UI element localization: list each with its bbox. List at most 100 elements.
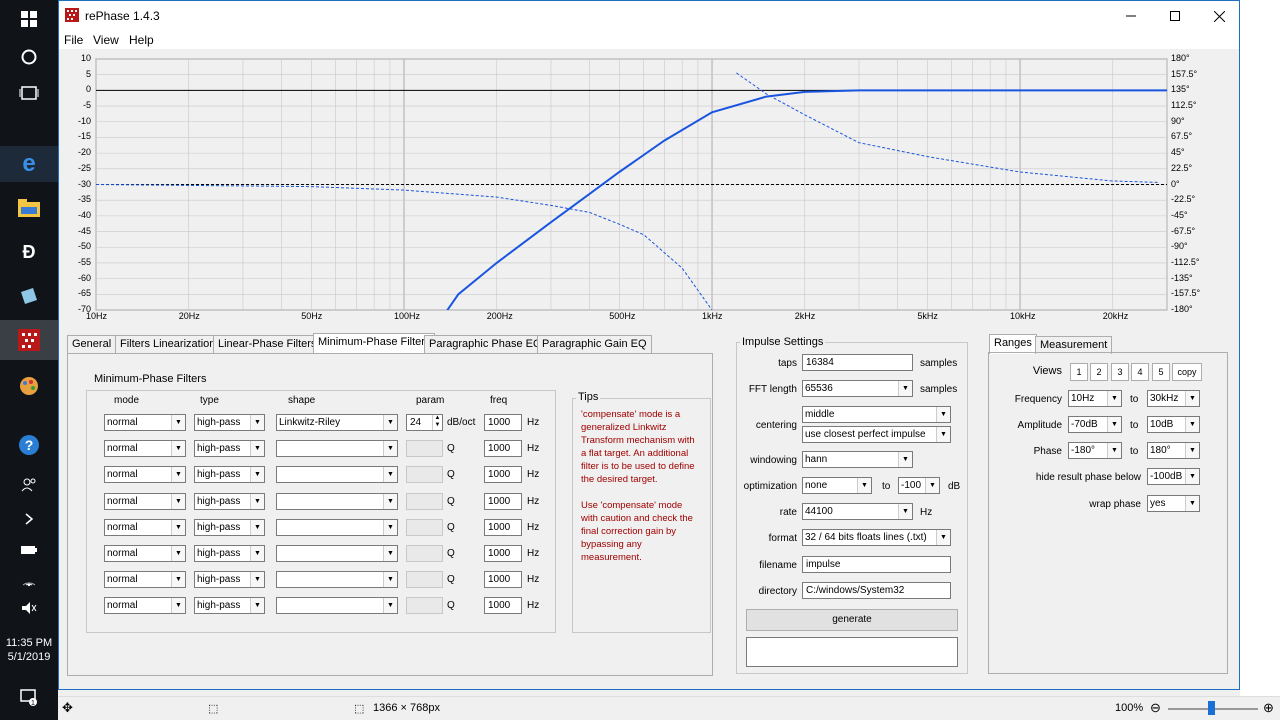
mode-select[interactable]: normal ▼: [104, 492, 186, 510]
directory-input[interactable]: C:/windows/System32: [802, 582, 951, 599]
zoom-in-icon[interactable]: ⊕: [1263, 700, 1274, 716]
format-select[interactable]: 32 / 64 bits floats lines (.txt) ▼: [802, 529, 951, 546]
type-select[interactable]: high-pass ▼: [194, 518, 265, 536]
app-d-icon[interactable]: Ð: [0, 234, 58, 270]
shape-select[interactable]: ▼: [276, 571, 398, 589]
mode-select[interactable]: normal ▼: [104, 466, 186, 484]
chevron-right-icon[interactable]: [0, 508, 58, 530]
rephase-taskbar-icon[interactable]: [0, 320, 58, 360]
response-plot[interactable]: 10 5 0 -5 -10 -15 -20 -25 -30 -35 -40 -45 -50 -55 -60 -…: [67, 51, 1237, 329]
tab-paragraphic-phase-eq[interactable]: Paragraphic Phase EQ: [424, 335, 547, 353]
taps-input[interactable]: 16384: [802, 354, 913, 371]
freq-input[interactable]: 1000: [484, 492, 522, 510]
freq-input[interactable]: 1000: [484, 545, 522, 562]
chevron-down-icon: ▼: [250, 493, 264, 509]
move-icon[interactable]: ✥: [62, 700, 73, 716]
optimization-db-select[interactable]: -100 ▼: [898, 477, 940, 494]
type-select[interactable]: high-pass ▼: [194, 571, 265, 589]
maximize-button[interactable]: [1153, 1, 1197, 31]
mode-select[interactable]: normal ▼: [104, 440, 186, 458]
menu-help[interactable]: Help: [129, 33, 154, 47]
centering-mode-select[interactable]: use closest perfect impulse ▼: [802, 426, 951, 443]
chevron-down-icon: ▼: [1185, 496, 1199, 511]
freq-input[interactable]: 1000: [484, 597, 522, 615]
amplitude-from-select[interactable]: -70dB ▼: [1068, 416, 1122, 433]
start-icon[interactable]: [0, 8, 58, 30]
view-1-button[interactable]: 1: [1070, 363, 1088, 381]
task-view-icon[interactable]: [0, 82, 58, 104]
view-2-button[interactable]: 2: [1090, 363, 1108, 381]
tab-minimum-phase-filters[interactable]: Minimum-Phase Filters: [313, 333, 436, 353]
x-tick-label: 2kHz: [794, 311, 816, 321]
windowing-select[interactable]: hann ▼: [802, 451, 913, 468]
file-explorer-icon[interactable]: [0, 190, 58, 226]
mode-select[interactable]: normal ▼: [104, 518, 186, 536]
type-select[interactable]: high-pass ▼: [194, 597, 265, 615]
shape-select[interactable]: ▼: [276, 597, 398, 615]
fft-length-select[interactable]: 65536 ▼: [802, 380, 913, 397]
cortana-icon[interactable]: [0, 46, 58, 68]
hide-phase-select[interactable]: -100dB ▼: [1147, 468, 1200, 485]
view-3-button[interactable]: 3: [1111, 363, 1129, 381]
title-bar[interactable]: rePhase 1.4.3: [59, 1, 1239, 31]
edge-icon[interactable]: e: [0, 146, 58, 182]
rate-select[interactable]: 44100 ▼: [802, 503, 913, 520]
amplitude-to-select[interactable]: 10dB ▼: [1147, 416, 1200, 433]
shape-select[interactable]: ▼: [276, 518, 398, 536]
shape-select[interactable]: ▼: [276, 466, 398, 484]
copy-button[interactable]: copy: [1172, 363, 1202, 381]
freq-input[interactable]: 1000: [484, 466, 522, 484]
freq-input[interactable]: 1000: [484, 440, 522, 458]
people-icon[interactable]: [0, 474, 58, 496]
menu-view[interactable]: View: [93, 33, 119, 47]
tab-linear-phase-filters[interactable]: Linear-Phase Filters: [213, 335, 322, 353]
view-5-button[interactable]: 5: [1152, 363, 1170, 381]
phase-to-select[interactable]: 180° ▼: [1147, 442, 1200, 459]
optimization-select[interactable]: none ▼: [802, 477, 872, 494]
freq-input[interactable]: 1000: [484, 571, 522, 589]
type-select[interactable]: high-pass ▼: [194, 545, 265, 562]
tab-ranges[interactable]: Ranges: [989, 334, 1037, 354]
paint-icon[interactable]: [0, 366, 58, 406]
freq-input[interactable]: 1000: [484, 518, 522, 536]
notifications-icon[interactable]: 1: [0, 684, 58, 710]
phase-from-select[interactable]: -180° ▼: [1068, 442, 1122, 459]
freq-input[interactable]: 1000: [484, 414, 522, 431]
taskbar-clock[interactable]: 11:35 PM 5/1/2019: [0, 636, 58, 664]
wrap-phase-select[interactable]: yes ▼: [1147, 495, 1200, 512]
app-notes-icon[interactable]: [0, 278, 58, 314]
help-icon[interactable]: ?: [0, 432, 58, 458]
minimize-button[interactable]: [1109, 1, 1153, 31]
close-button[interactable]: [1197, 1, 1241, 31]
type-select[interactable]: high-pass ▼: [194, 466, 265, 484]
frequency-from-select[interactable]: 10Hz ▼: [1068, 390, 1122, 407]
mode-select[interactable]: normal ▼: [104, 414, 186, 431]
centering-select[interactable]: middle ▼: [802, 406, 951, 423]
menu-file[interactable]: File: [64, 33, 83, 47]
tab-general[interactable]: General: [67, 335, 117, 353]
zoom-slider-thumb[interactable]: [1208, 701, 1215, 715]
generate-button[interactable]: generate: [746, 609, 958, 631]
type-select[interactable]: high-pass ▼: [194, 492, 265, 510]
frequency-to-select[interactable]: 30kHz ▼: [1147, 390, 1200, 407]
shape-select[interactable]: ▼: [276, 545, 398, 562]
mode-select[interactable]: normal ▼: [104, 597, 186, 615]
mode-select[interactable]: normal ▼: [104, 545, 186, 562]
wifi-icon[interactable]: [0, 570, 58, 590]
spinner-arrows-icon[interactable]: ▲ ▼: [432, 415, 442, 430]
view-4-button[interactable]: 4: [1131, 363, 1149, 381]
tab-paragraphic-gain-eq[interactable]: Paragraphic Gain EQ: [537, 335, 652, 353]
zoom-out-icon[interactable]: ⊖: [1150, 700, 1161, 716]
param-spinner[interactable]: 24 ▲ ▼: [406, 414, 443, 431]
battery-icon[interactable]: [0, 540, 58, 560]
filename-input[interactable]: impulse: [802, 556, 951, 573]
shape-select[interactable]: ▼: [276, 492, 398, 510]
tab-filters-linearization[interactable]: Filters Linearization: [115, 335, 221, 353]
type-select[interactable]: high-pass ▼: [194, 440, 265, 458]
shape-select[interactable]: Linkwitz-Riley ▼: [276, 414, 398, 431]
mode-select[interactable]: normal ▼: [104, 571, 186, 589]
freq-unit: Hz: [527, 600, 540, 612]
volume-muted-icon[interactable]: [0, 598, 58, 618]
shape-select[interactable]: ▼: [276, 440, 398, 458]
type-select[interactable]: high-pass ▼: [194, 414, 265, 431]
